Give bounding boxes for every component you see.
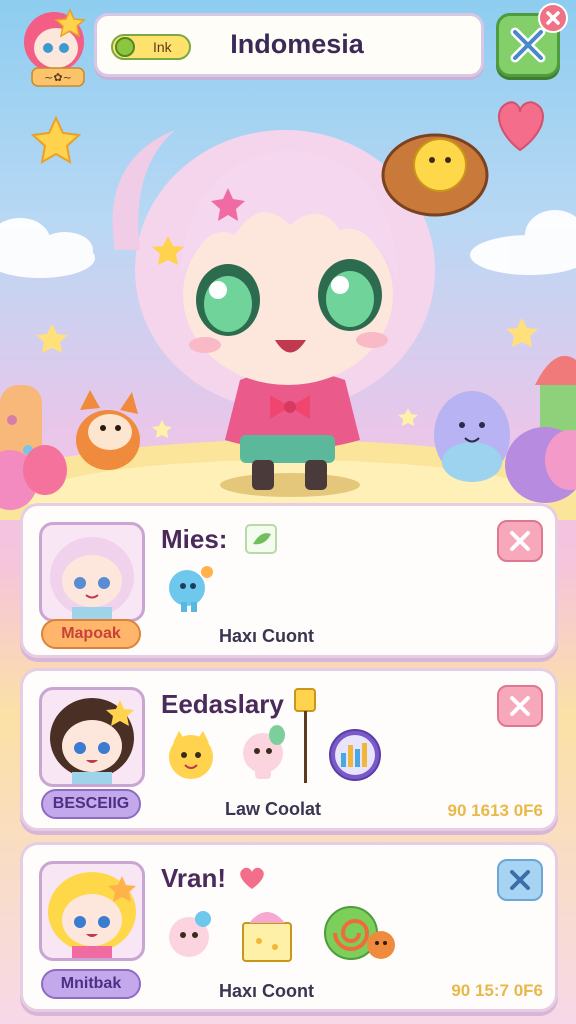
close-icon <box>510 870 530 890</box>
yellow-cat-icon <box>163 727 219 783</box>
ink-icon <box>115 37 135 57</box>
remove-button[interactable] <box>497 520 543 562</box>
top-hud: ~✿~ Ink Indomesia <box>0 0 576 100</box>
lollipop-icon <box>291 687 319 787</box>
lollipop-snail-icon <box>321 903 401 967</box>
close-icon <box>510 696 530 716</box>
character-name: Mies: <box>161 524 228 554</box>
character-card-2[interactable]: BESCEIIG Eedaslary Law Coolat 90 1613 0F… <box>20 668 558 831</box>
cake-icon <box>237 903 297 965</box>
pink-creature-icon <box>163 907 219 963</box>
player-avatar[interactable]: ~✿~ <box>12 4 100 92</box>
character-badge: Mnitbak <box>41 969 141 999</box>
leaf-icon <box>245 524 277 554</box>
character-portrait <box>39 687 145 787</box>
character-portrait <box>39 861 145 961</box>
heart-icon <box>237 865 267 891</box>
pink-bunny-icon <box>237 723 293 783</box>
character-badge: BESCEIIG <box>41 789 141 819</box>
ink-label: Ink <box>153 39 172 55</box>
remove-button[interactable] <box>497 685 543 727</box>
ink-currency[interactable]: Ink <box>111 34 191 60</box>
character-card-3[interactable]: Mnitbak Vran! Haxı Coont 90 15:7 0F6 <box>20 842 558 1012</box>
location-bar: Ink Indomesia <box>94 13 484 77</box>
character-card-1[interactable]: Mapoak Mies: Haxı Cuont <box>20 503 558 658</box>
character-name: Vran! <box>161 863 227 893</box>
avatar-tag: ~✿~ <box>44 71 72 84</box>
character-score: 90 1613 0F6 <box>447 801 543 820</box>
country-title: Indomesia <box>230 29 364 59</box>
character-stat: Law Coolat <box>225 799 322 819</box>
character-stat: Haxı Coont <box>219 981 315 1001</box>
chart-coin-icon <box>327 727 383 783</box>
character-badge: Mapoak <box>41 619 141 649</box>
character-portrait <box>39 522 145 622</box>
close-icon <box>510 531 530 551</box>
blue-creature-icon <box>163 562 219 618</box>
dismiss-button[interactable] <box>538 3 568 33</box>
character-name: Eedaslary <box>161 689 284 719</box>
character-score: 90 15:7 0F6 <box>451 981 543 1000</box>
remove-button[interactable] <box>497 859 543 901</box>
close-icon <box>546 11 560 25</box>
character-stat: Haxı Cuont <box>219 626 315 646</box>
